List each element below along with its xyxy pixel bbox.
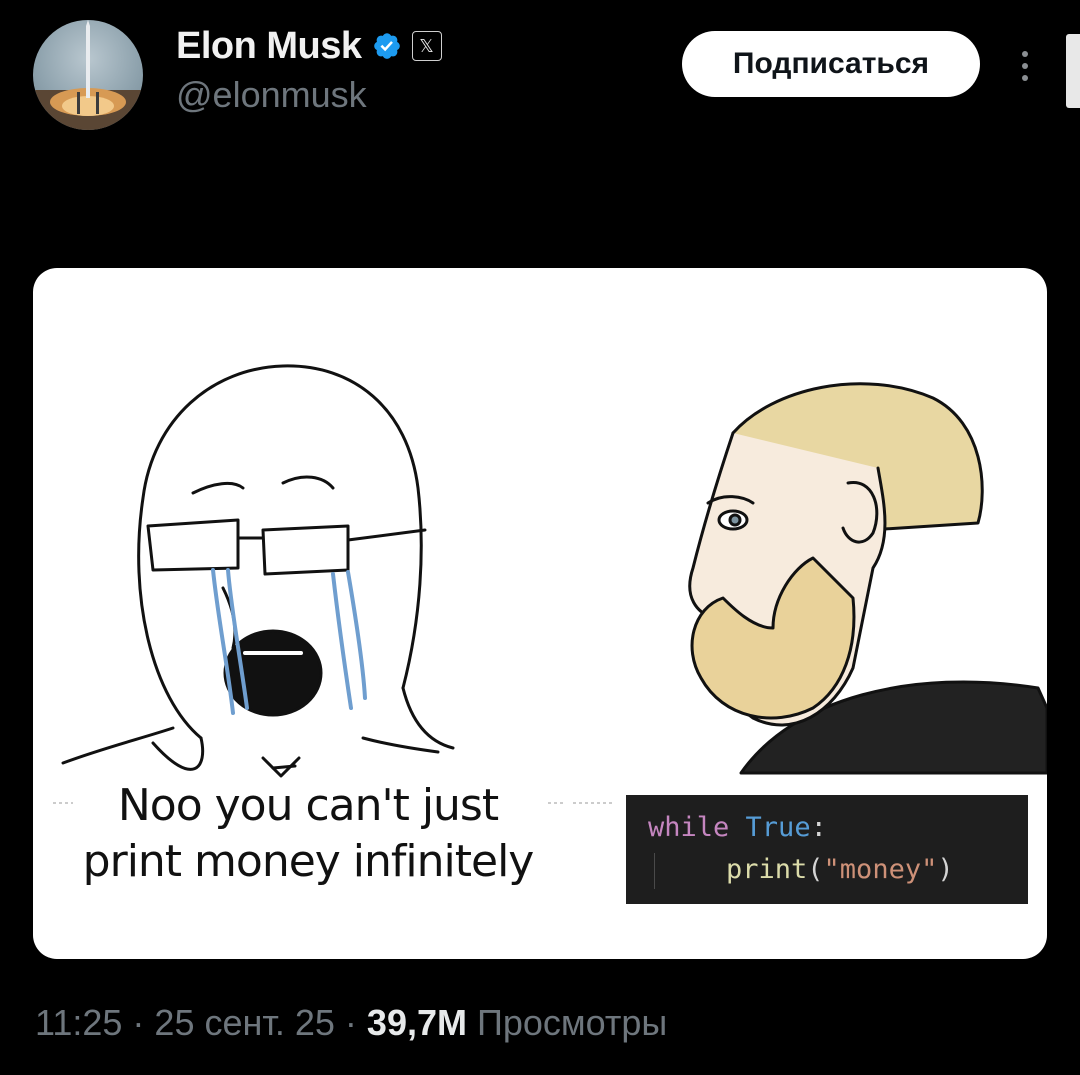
code-constant: True xyxy=(745,812,811,843)
author-name-row: Elon Musk 𝕏 xyxy=(176,24,442,68)
views-count[interactable]: 39,7M xyxy=(367,1002,467,1043)
edge-decoration xyxy=(1066,34,1080,108)
code-string: "money" xyxy=(823,854,938,885)
caption-line-2: print money infinitely xyxy=(82,836,535,887)
rocket-launch-image xyxy=(33,20,143,130)
code-line-1: while True: xyxy=(648,807,1006,849)
verified-badge-icon[interactable] xyxy=(372,31,402,61)
author-name[interactable]: Elon Musk xyxy=(176,25,362,68)
views-label[interactable]: Просмотры xyxy=(467,1002,667,1043)
crying-wojak-drawing xyxy=(61,364,455,778)
meta-separator: · xyxy=(334,1002,367,1043)
caption-line-1: Noo you can't just xyxy=(117,780,499,831)
code-colon: : xyxy=(810,812,827,843)
code-close-paren: ) xyxy=(937,854,954,885)
x-affiliate-badge-icon[interactable]: 𝕏 xyxy=(411,31,442,61)
bearded-chad-drawing xyxy=(688,382,1047,775)
follow-button[interactable]: Подписаться xyxy=(682,31,980,97)
more-vertical-icon[interactable] xyxy=(1008,44,1042,88)
tweet-meta: 11:25 · 25 сент. 25 · 39,7M Просмотры xyxy=(35,1002,667,1044)
tweet-date[interactable]: 25 сент. 25 xyxy=(154,1002,335,1043)
avatar[interactable] xyxy=(33,20,143,130)
meta-separator: · xyxy=(122,1002,155,1043)
meme-caption-left: Noo you can't just print money infinitel… xyxy=(43,778,573,890)
code-function: print xyxy=(726,854,808,885)
code-keyword: while xyxy=(648,812,730,843)
code-line-2: print("money") xyxy=(648,849,1006,891)
author-handle[interactable]: @elonmusk xyxy=(176,74,367,116)
code-snippet: while True: print("money") xyxy=(626,795,1028,904)
tweet-time[interactable]: 11:25 xyxy=(35,1002,122,1043)
tweet-media-image[interactable]: Noo you can't just print money infinitel… xyxy=(33,268,1047,959)
code-open-paren: ( xyxy=(807,854,824,885)
